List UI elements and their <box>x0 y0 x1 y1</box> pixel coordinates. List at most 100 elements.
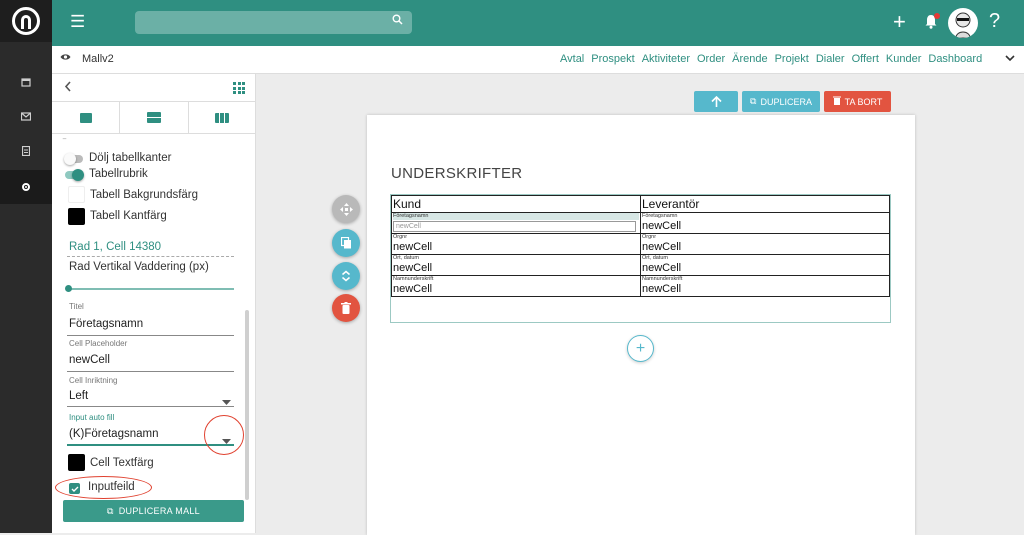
table-cell[interactable]: Namnunderskrift newCell <box>640 275 890 297</box>
cell-title: Orgnr <box>393 234 408 240</box>
table-cell[interactable]: Orgnr newCell <box>391 233 641 255</box>
tab-layout-single[interactable] <box>52 102 121 133</box>
placeholder-underline <box>67 371 234 372</box>
logo-icon <box>12 7 40 35</box>
mail-icon[interactable] <box>0 99 52 133</box>
table-cell[interactable]: Företagsnamn newCell <box>391 212 641 234</box>
duplicate-label: DUPLICERA <box>760 96 812 107</box>
table-header-toggle[interactable] <box>65 169 84 181</box>
copy-icon[interactable] <box>332 229 360 257</box>
padding-slider-track[interactable] <box>68 288 234 290</box>
trash-icon[interactable] <box>332 294 360 322</box>
settings-icon[interactable] <box>0 170 52 204</box>
border-color-label: Tabell Kantfärg <box>90 210 167 222</box>
nav-link-dashboard[interactable]: Dashboard <box>928 53 982 65</box>
calendar-icon[interactable] <box>0 65 52 99</box>
menu-icon[interactable]: ☰ <box>70 12 88 32</box>
trash-icon <box>832 96 841 107</box>
table-header-row: Kund Leverantör <box>391 195 890 213</box>
cell-title: Orgnr <box>642 234 657 240</box>
tab-layout-rows[interactable] <box>120 102 189 133</box>
padding-label: Rad Vertikal Vaddering (px) <box>69 261 209 273</box>
table-row: Ort, datum newCell Ort, datum newCell <box>391 254 890 276</box>
table-row: Orgnr newCell Orgnr newCell <box>391 233 890 255</box>
left-rail <box>0 0 52 533</box>
cell-title: Ort, datum <box>393 255 419 261</box>
help-icon[interactable]: ? <box>989 10 1000 33</box>
table-row: Namnunderskrift newCell Namnunderskrift … <box>391 275 890 297</box>
delete-label: TA BORT <box>844 96 883 107</box>
cell-title: Företagsnamn <box>393 213 639 220</box>
align-select-label: Cell Inriktning <box>69 376 118 385</box>
table-header-cell[interactable]: Kund <box>391 195 641 213</box>
placeholder-field[interactable]: newCell <box>69 354 110 366</box>
duplicate-template-button[interactable]: ⧉ DUPLICERA MALL <box>63 500 244 522</box>
tab-layout-columns[interactable] <box>189 102 256 133</box>
cell-value: newCell <box>642 283 682 295</box>
nav-link-offert[interactable]: Offert <box>852 53 879 65</box>
add-section-button[interactable]: + <box>627 335 654 362</box>
padding-slider-thumb[interactable] <box>65 285 72 292</box>
carousel-icon <box>79 112 92 123</box>
bg-color-swatch[interactable] <box>68 186 85 203</box>
nav-link-order[interactable]: Order <box>697 53 725 65</box>
delete-button[interactable]: TA BORT <box>824 91 891 112</box>
copy-icon: ⧉ <box>107 505 114 516</box>
avatar[interactable] <box>948 8 978 38</box>
bg-color-label: Tabell Bakgrundsfärg <box>90 189 199 201</box>
cell-value: newCell <box>393 262 433 274</box>
table-cell[interactable]: Ort, datum newCell <box>640 254 890 276</box>
text-color-swatch[interactable] <box>68 454 85 471</box>
align-underline <box>67 406 234 407</box>
nav-link-aktiviteter[interactable]: Aktiviteter <box>642 53 690 65</box>
search-icon[interactable] <box>392 14 403 28</box>
cell-input[interactable]: newCell <box>393 221 636 232</box>
template-name: Mallv2 <box>82 53 114 65</box>
cell-title: Ort, datum <box>642 255 668 261</box>
autofill-select-label: Input auto fill <box>69 413 115 422</box>
table-cell[interactable]: Namnunderskrift newCell <box>391 275 641 297</box>
bell-icon[interactable] <box>924 13 940 31</box>
nav-link-kunder[interactable]: Kunder <box>886 53 921 65</box>
panel-scrollbar[interactable] <box>245 310 249 500</box>
cell-value: newCell <box>393 241 433 253</box>
eye-icon[interactable] <box>60 52 71 64</box>
add-button[interactable]: + <box>893 10 906 34</box>
title-field-label: Titel <box>69 302 84 311</box>
border-color-swatch[interactable] <box>68 208 85 225</box>
align-select[interactable]: Left <box>69 390 88 402</box>
nav-links: Avtal Prospekt Aktiviteter Order Ärende … <box>560 53 982 65</box>
scroll-hint: ‾ <box>63 138 66 148</box>
move-icon[interactable] <box>332 195 360 223</box>
autofill-select[interactable]: (K)Företagsnamn <box>69 428 158 440</box>
expand-icon[interactable] <box>332 262 360 290</box>
cell-title: Namnunderskrift <box>642 276 683 282</box>
hide-borders-toggle[interactable] <box>64 153 83 165</box>
annotation-ring <box>55 476 152 499</box>
move-up-button[interactable] <box>694 91 738 112</box>
nav-link-projekt[interactable]: Projekt <box>775 53 809 65</box>
signature-table: Kund Leverantör Företagsnamn newCell För… <box>391 195 890 297</box>
back-arrow-icon[interactable] <box>64 79 72 97</box>
placeholder-field-label: Cell Placeholder <box>69 339 128 348</box>
search-input[interactable] <box>135 11 412 34</box>
canvas-scrollbar[interactable] <box>1014 74 1024 533</box>
nav-link-prospekt[interactable]: Prospekt <box>591 53 634 65</box>
app-logo[interactable] <box>0 0 52 42</box>
duplicate-button[interactable]: ⧉ DUPLICERA <box>742 91 820 112</box>
table-cell[interactable]: Företagsnamn newCell <box>640 212 890 234</box>
table-cell[interactable]: Orgnr newCell <box>640 233 890 255</box>
nav-link-arende[interactable]: Ärende <box>732 53 767 65</box>
duplicate-template-label: DUPLICERA MALL <box>118 506 200 516</box>
nav-link-dialer[interactable]: Dialer <box>816 53 845 65</box>
nav-link-avtal[interactable]: Avtal <box>560 53 584 65</box>
table-header-cell[interactable]: Leverantör <box>640 195 890 213</box>
table-cell[interactable]: Ort, datum newCell <box>391 254 641 276</box>
layout-tabs <box>52 101 256 134</box>
table-row: Företagsnamn newCell Företagsnamn newCel… <box>391 212 890 234</box>
grid-icon[interactable] <box>233 82 245 94</box>
title-field[interactable]: Företagsnamn <box>69 318 143 330</box>
columns-icon <box>215 112 230 123</box>
chevron-down-icon[interactable] <box>1005 53 1015 65</box>
document-icon[interactable] <box>0 134 52 168</box>
